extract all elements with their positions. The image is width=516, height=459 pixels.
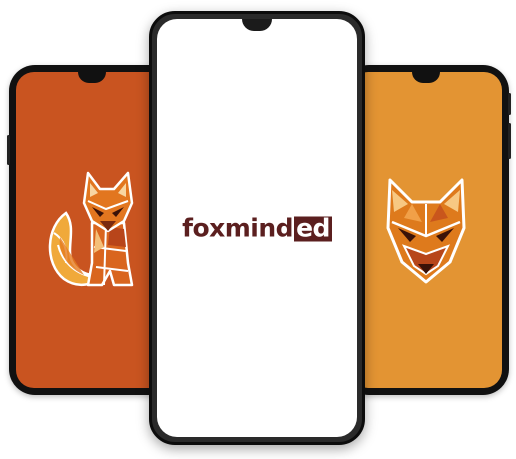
phone-right-side-button-1 xyxy=(508,93,511,115)
phone-right-notch xyxy=(412,72,440,83)
logo-text-main: foxmind xyxy=(182,213,294,243)
phone-left-screen xyxy=(16,72,168,388)
phone-right xyxy=(343,65,511,395)
phone-left-side-button xyxy=(7,135,10,165)
phone-left-notch xyxy=(78,72,106,83)
phone-center-notch xyxy=(242,19,272,31)
phone-right-screen xyxy=(350,72,502,388)
phone-center: foxmind ed xyxy=(149,11,365,445)
phone-center-screen: foxmind ed xyxy=(157,19,357,437)
logo-container: foxmind ed xyxy=(157,214,357,243)
foxminded-logo: foxmind ed xyxy=(182,214,332,243)
fox-full-body-icon xyxy=(48,171,134,287)
phone-right-side-button-2 xyxy=(508,123,511,159)
fox-head-icon xyxy=(386,178,466,284)
logo-text-box: ed xyxy=(294,213,332,243)
